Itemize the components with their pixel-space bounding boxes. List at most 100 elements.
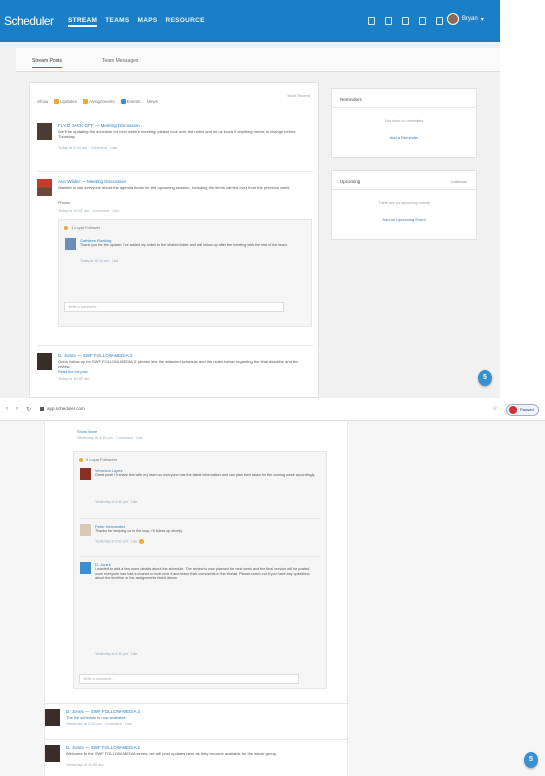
- avatar[interactable]: [80, 468, 91, 480]
- avatar[interactable]: [80, 562, 91, 574]
- nav-resource[interactable]: RESOURCE: [165, 17, 204, 27]
- comment-meta[interactable]: Yesterday at 5:02 pm · Like: [95, 539, 145, 544]
- avatar[interactable]: [65, 238, 76, 250]
- avatar[interactable]: [37, 353, 52, 370]
- comment-text: Thanks for keeping us in the loop, I'll …: [95, 529, 183, 533]
- brand-logo[interactable]: Scheduler: [4, 14, 54, 28]
- post-title[interactable]: FLY D JACK-OFF — Meeting Discussion: [58, 123, 140, 128]
- panel-title: Reminders: [340, 97, 362, 102]
- filter-label: Show: [37, 99, 49, 105]
- chat-fab-button[interactable]: 5: [478, 370, 492, 386]
- avatar: [447, 13, 459, 25]
- comments-header[interactable]: 1 Loyal Follower: [64, 225, 100, 230]
- help-icon[interactable]: [436, 17, 443, 25]
- chevron-down-icon: ▾: [480, 16, 484, 23]
- calendar-icon[interactable]: [402, 17, 409, 25]
- comments-box: 1 Loyal Follower Cathleen Rowling Thank …: [58, 219, 312, 327]
- post-text: Wanted to ask everyone about the agenda …: [58, 185, 291, 190]
- comments-header[interactable]: 3 Loyal Followers: [79, 457, 117, 462]
- profile-label: Paused: [520, 407, 534, 412]
- nav-maps[interactable]: MAPS: [138, 17, 158, 27]
- messages-icon[interactable]: [385, 17, 392, 25]
- browser-toolbar: ‹ › ↻ app.scheduler.com ☆ Paused: [0, 399, 545, 421]
- avatar[interactable]: [45, 709, 60, 726]
- panel-title: Upcoming: [340, 179, 361, 184]
- top-navbar: Scheduler STREAM TEAMS MAPS RESOURCE Bry…: [0, 0, 500, 42]
- filter-news[interactable]: News: [147, 99, 158, 104]
- avatar[interactable]: [45, 745, 60, 762]
- upcoming-panel: Upcoming Calendar There are no upcoming …: [331, 170, 478, 240]
- post-title[interactable]: Ann Wilder — Meeting Discussion: [58, 179, 126, 184]
- post-meta[interactable]: Today at 10:30 am: [58, 377, 89, 381]
- chat-fab-button[interactable]: 5: [524, 752, 538, 768]
- reminders-panel: Reminders You have no reminders Add a Re…: [331, 88, 478, 158]
- tab-team-messages[interactable]: Team Messages: [102, 58, 138, 64]
- profile-button[interactable]: Paused: [506, 404, 539, 416]
- address-bar[interactable]: app.scheduler.com: [40, 406, 85, 411]
- divider: [332, 189, 478, 190]
- comment: Veronica Lopez Great post! I'll share th…: [80, 468, 320, 514]
- header-icons: [368, 17, 443, 25]
- comment: Cathleen Rowling Thank you for the updat…: [65, 238, 305, 278]
- empty-message: You have no reminders: [384, 119, 424, 123]
- bookmark-star-icon[interactable]: ☆: [492, 405, 497, 412]
- list-item: D. Jones — SWF FOLLOW-MEDIA 3 Quick foll…: [37, 353, 313, 393]
- filter-updates[interactable]: Updates: [54, 99, 77, 105]
- list-item: D. Jones — SWF FOLLOW-MEDIA 2 The full s…: [45, 709, 321, 737]
- comment-meta[interactable]: Yesterday at 5:30 pm · Like: [95, 652, 137, 656]
- post-text: Welcome to the SWF FOLLOW-MEDIA series; …: [66, 751, 278, 756]
- divider: [45, 739, 349, 740]
- feed-filters: Show Updates Assignments Events News: [37, 99, 158, 105]
- divider: [332, 107, 478, 108]
- comment-input[interactable]: Write a comment...: [64, 302, 284, 312]
- post-meta[interactable]: Today at 10:02 am · Comment · Like: [58, 209, 119, 213]
- apps-icon[interactable]: [419, 17, 426, 25]
- profile-avatar-icon: [509, 406, 517, 414]
- list-item: Ann Wilder — Meeting Discussion Wanted t…: [37, 179, 313, 339]
- user-menu[interactable]: Bryan ▾: [447, 13, 484, 25]
- post-meta[interactable]: Yesterday at 2:10 pm · Comment · Like: [66, 722, 132, 726]
- divider: [80, 556, 320, 557]
- notifications-icon[interactable]: [368, 17, 375, 25]
- calendar-link[interactable]: Calendar: [451, 179, 467, 184]
- forward-icon[interactable]: ›: [16, 406, 18, 412]
- reload-icon[interactable]: ↻: [26, 406, 31, 413]
- show-more-link[interactable]: Show More: [77, 429, 97, 434]
- add-event-link[interactable]: Add an Upcoming Event: [332, 217, 476, 222]
- post-link[interactable]: Read the full post: [58, 370, 88, 374]
- nav-teams[interactable]: TEAMS: [105, 17, 129, 27]
- tab-stream-posts[interactable]: Stream Posts: [32, 58, 63, 68]
- comments-box: 3 Loyal Followers Veronica Lopez Great p…: [73, 451, 327, 689]
- assignments-icon: [83, 99, 89, 105]
- avatar[interactable]: [80, 524, 91, 536]
- events-icon: [120, 99, 126, 105]
- post-title[interactable]: D. Jones — SWF FOLLOW-MEDIA 2: [66, 709, 140, 714]
- comment-text: I wanted to add a few more details about…: [95, 567, 310, 581]
- avatar[interactable]: [37, 179, 52, 196]
- post-title[interactable]: D. Jones — SWF FOLLOW-MEDIA 1: [66, 745, 140, 750]
- post-title[interactable]: D. Jones — SWF FOLLOW-MEDIA 3: [58, 353, 132, 358]
- post-meta[interactable]: Yesterday at 4:15 pm · Comment · Like: [77, 436, 143, 440]
- post-meta[interactable]: Yesterday at 11:00 am: [66, 763, 104, 767]
- comment-text: Great post! I'll share this with my team…: [95, 473, 316, 477]
- post-text: The full schedule is now available.: [66, 715, 127, 720]
- comment: D. Jones I wanted to add a few more deta…: [80, 562, 320, 662]
- nav-stream[interactable]: STREAM: [68, 17, 98, 27]
- post-text: We'll be updating the schedule for next …: [58, 129, 296, 139]
- comment-meta[interactable]: Yesterday at 4:40 pm · Like: [95, 500, 137, 504]
- comment-input[interactable]: Write a comment...: [79, 674, 299, 684]
- divider: [45, 703, 349, 704]
- post-text: Quick follow up for SWF FOLLOW-MEDIA 3: …: [58, 359, 299, 369]
- add-reminder-link[interactable]: Add a Reminder: [332, 135, 476, 140]
- comment: Peter Hernandez Thanks for keeping us in…: [80, 524, 320, 552]
- list-item: FLY D JACK-OFF — Meeting Discussion We'l…: [37, 123, 313, 163]
- filter-events[interactable]: Events: [120, 99, 141, 105]
- updates-icon: [54, 99, 60, 105]
- filter-assignments[interactable]: Assignments: [83, 99, 115, 105]
- comment-text: Thank you for the update; I've added my …: [80, 243, 288, 247]
- comment-meta[interactable]: Today at 10:14 am · Like: [80, 259, 118, 263]
- back-icon[interactable]: ‹: [6, 406, 8, 412]
- post-meta[interactable]: Today at 9:40 am · Comment · Like: [58, 146, 117, 150]
- avatar[interactable]: [37, 123, 52, 140]
- sort-dropdown[interactable]: Most Recent: [288, 93, 310, 98]
